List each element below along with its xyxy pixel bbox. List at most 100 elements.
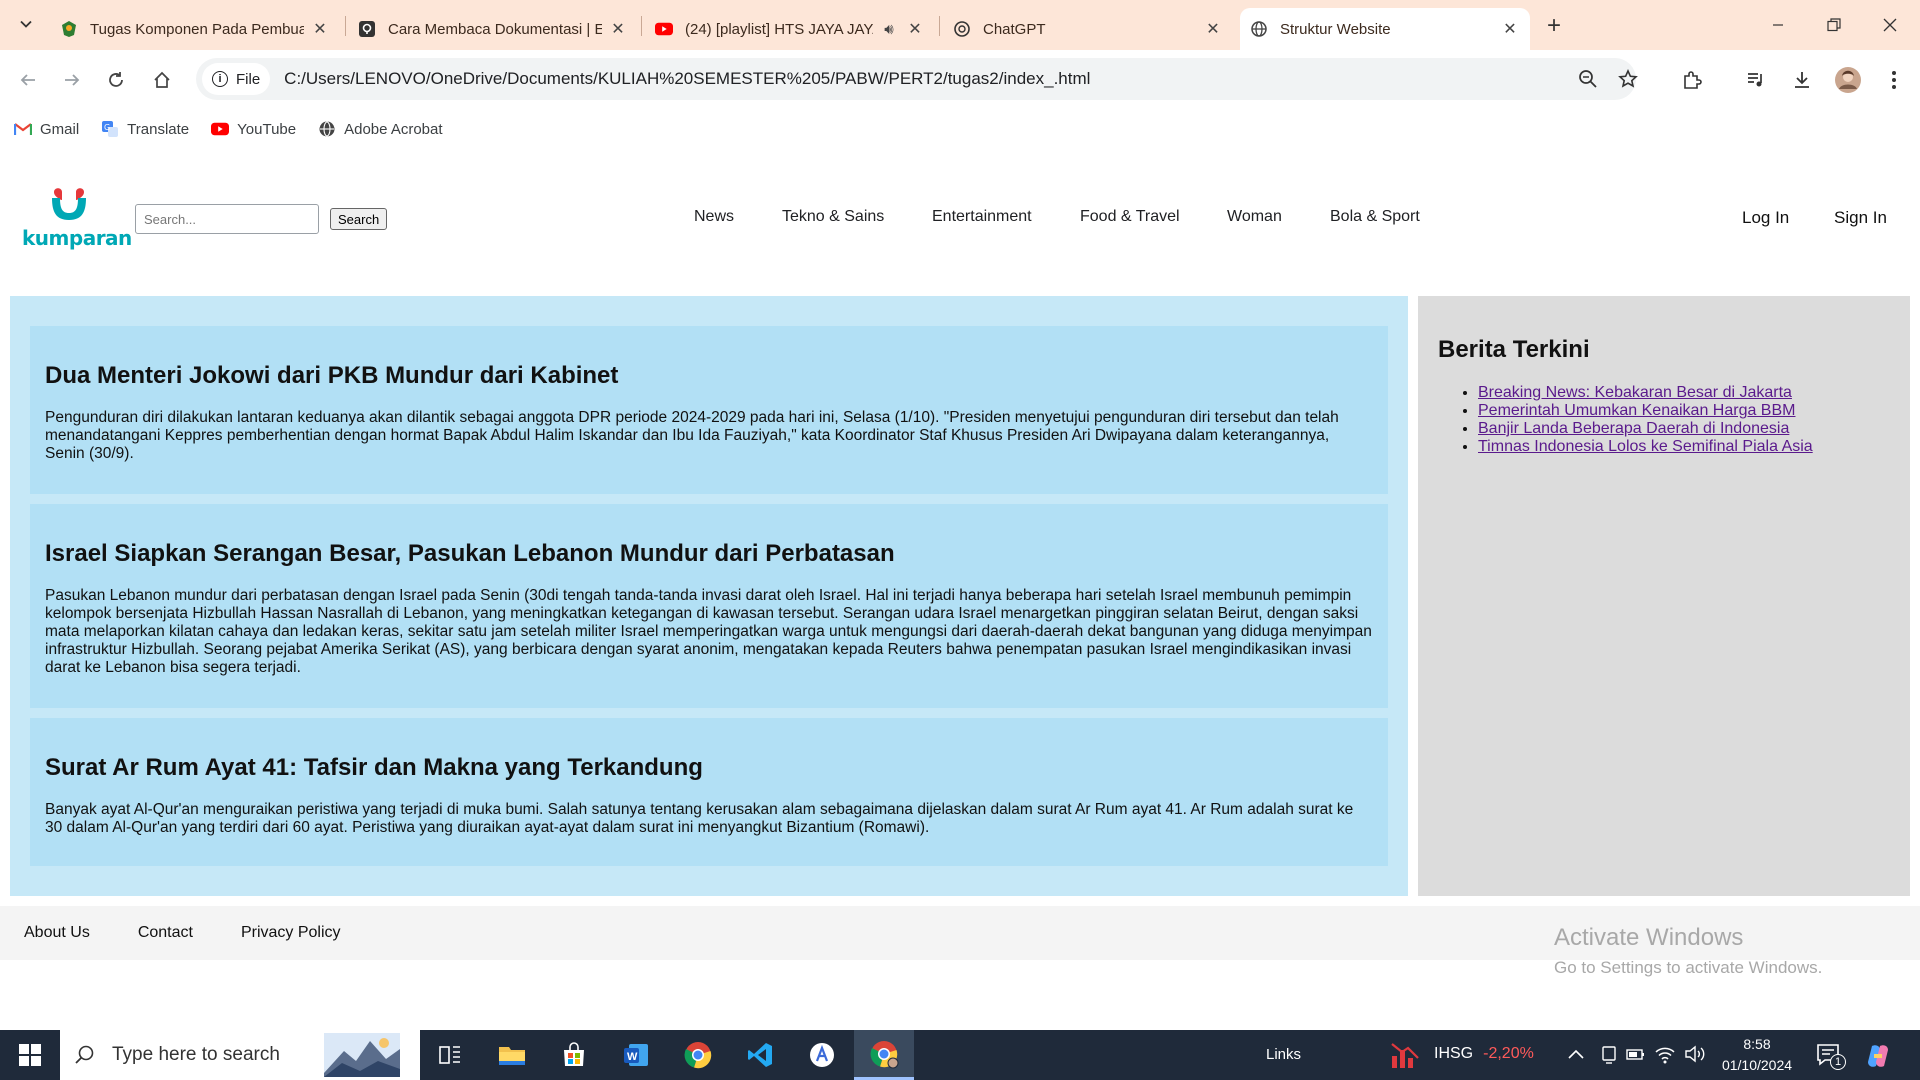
nav-bola-sport[interactable]: Bola & Sport (1330, 208, 1420, 226)
login-link[interactable]: Log In (1742, 208, 1789, 228)
wifi-status[interactable] (1654, 1044, 1676, 1069)
vscode-app[interactable] (730, 1030, 790, 1080)
taskbar-search[interactable]: Type here to search (60, 1030, 420, 1080)
avatar-icon (1835, 67, 1861, 93)
close-tab-icon[interactable]: ✕ (1203, 19, 1223, 39)
notification-center[interactable]: 1 (1816, 1042, 1846, 1073)
chrome-profile-icon (870, 1040, 899, 1068)
tray-device-icon[interactable] (1600, 1044, 1618, 1069)
close-tab-icon[interactable]: ✕ (310, 19, 330, 39)
windows-taskbar: Type here to search W Links IHSG -2,20% (0, 1030, 1920, 1080)
close-tab-icon[interactable]: ✕ (1500, 19, 1520, 39)
article-title: Dua Menteri Jokowi dari PKB Mundur dari … (45, 362, 619, 389)
chevron-down-icon (20, 20, 32, 28)
chrome-active-app[interactable] (854, 1030, 914, 1080)
show-hidden-icons[interactable] (1568, 1046, 1588, 1064)
logo-text: kumparan (22, 226, 132, 250)
new-tab-button[interactable]: + (1540, 12, 1568, 40)
stock-widget[interactable]: IHSG -2,20% (1390, 1040, 1534, 1068)
globe-icon (318, 120, 336, 138)
close-icon (1883, 18, 1897, 32)
chatgpt-favicon-icon (953, 20, 971, 38)
downloads-button[interactable] (1786, 64, 1818, 96)
news-link[interactable]: Breaking News: Kebakaran Besar di Jakart… (1478, 384, 1792, 401)
browser-toolbar: i File C:/Users/LENOVO/OneDrive/Document… (0, 50, 1920, 108)
signin-link[interactable]: Sign In (1834, 208, 1887, 228)
site-header: kumparan Search News Tekno & Sains Enter… (0, 150, 1920, 286)
news-link[interactable]: Pemerintah Umumkan Kenaikan Harga BBM (1478, 402, 1795, 419)
reload-button[interactable] (100, 64, 132, 96)
close-tab-icon[interactable]: ✕ (905, 19, 925, 39)
bookmark-youtube[interactable]: YouTube (211, 120, 296, 138)
file-explorer-app[interactable] (482, 1030, 542, 1080)
tab-title: ChatGPT (983, 20, 1046, 38)
bookmark-translate[interactable]: G Translate (101, 120, 189, 138)
tab-struktur-website[interactable]: Struktur Website ✕ (1240, 8, 1530, 50)
nav-entertainment[interactable]: Entertainment (932, 208, 1032, 226)
close-window-button[interactable] (1862, 0, 1918, 50)
tab-cara-membaca[interactable]: Cara Membaca Dokumentasi | E ✕ (348, 8, 638, 50)
word-app[interactable]: W (606, 1030, 666, 1080)
nav-food-travel[interactable]: Food & Travel (1080, 208, 1180, 226)
activate-windows-watermark: Activate Windows Go to Settings to activ… (1554, 924, 1822, 978)
url-text[interactable]: C:/Users/LENOVO/OneDrive/Documents/KULIA… (284, 69, 1090, 89)
news-link[interactable]: Banjir Landa Beberapa Daerah di Indonesi… (1478, 420, 1789, 437)
sidebar-title: Berita Terkini (1438, 336, 1590, 363)
minimize-icon (1773, 24, 1783, 26)
task-view-button[interactable] (420, 1030, 480, 1080)
list-item: Banjir Landa Beberapa Daerah di Indonesi… (1478, 420, 1890, 438)
profile-avatar[interactable] (1832, 64, 1864, 96)
search-input[interactable] (135, 204, 319, 234)
extensions-button[interactable] (1676, 64, 1708, 96)
nav-news[interactable]: News (694, 208, 734, 226)
nav-woman[interactable]: Woman (1227, 208, 1282, 226)
microsoft-store-app[interactable] (544, 1030, 604, 1080)
browser-menu-button[interactable] (1878, 64, 1910, 96)
speaker-icon[interactable]: 🔊︎ (879, 19, 899, 39)
copilot-button[interactable] (1864, 1042, 1892, 1075)
footer-contact-link[interactable]: Contact (138, 924, 193, 942)
footer-about-link[interactable]: About Us (24, 924, 90, 942)
media-control-button[interactable] (1740, 64, 1772, 96)
tab-chatgpt[interactable]: ChatGPT ✕ (943, 8, 1233, 50)
app-launcher[interactable] (792, 1030, 852, 1080)
minimize-button[interactable] (1750, 0, 1806, 50)
close-tab-icon[interactable]: ✕ (608, 19, 628, 39)
site-chip-label: File (236, 70, 261, 88)
chrome-app[interactable] (668, 1030, 728, 1080)
tab-separator (345, 16, 346, 36)
footer-privacy-link[interactable]: Privacy Policy (241, 924, 341, 942)
start-button[interactable] (0, 1030, 60, 1080)
site-logo[interactable]: kumparan (22, 188, 132, 254)
tab-title: Cara Membaca Dokumentasi | E (388, 20, 602, 38)
arrow-right-icon (65, 74, 80, 86)
forward-button[interactable] (56, 64, 88, 96)
notification-count-badge: 1 (1830, 1054, 1846, 1070)
bookmark-gmail[interactable]: Gmail (14, 120, 79, 138)
system-clock[interactable]: 8:58 01/10/2024 (1714, 1034, 1800, 1076)
wifi-icon (1655, 1047, 1675, 1064)
tab-youtube-playlist[interactable]: (24) [playlist] HTS JAYA JAYA 🔊︎ ✕ (645, 8, 935, 50)
bookmark-adobe-acrobat[interactable]: Adobe Acrobat (318, 120, 443, 138)
chrome-icon (684, 1042, 712, 1069)
site-info-chip[interactable]: i File (202, 63, 271, 95)
news-link[interactable]: Timnas Indonesia Lolos ke Semifinal Pial… (1478, 438, 1813, 455)
volume-status[interactable] (1684, 1044, 1706, 1069)
search-button[interactable]: Search (330, 208, 388, 230)
address-bar[interactable]: i File C:/Users/LENOVO/OneDrive/Document… (196, 58, 1638, 100)
battery-status[interactable] (1626, 1046, 1646, 1067)
restore-button[interactable] (1806, 0, 1862, 50)
zoom-icon[interactable] (1576, 67, 1600, 91)
search-icon (75, 1045, 94, 1064)
bookmark-star-icon[interactable] (1616, 67, 1640, 91)
tab-search-button[interactable] (12, 10, 40, 38)
translate-icon: G (101, 120, 119, 138)
nav-tekno-sains[interactable]: Tekno & Sains (782, 208, 884, 226)
tab-tugas-komponen[interactable]: Tugas Komponen Pada Pembua ✕ (50, 8, 340, 50)
back-button[interactable] (12, 64, 44, 96)
home-button[interactable] (146, 64, 178, 96)
task-view-icon (439, 1046, 460, 1064)
stock-down-icon (1391, 1043, 1419, 1068)
vscode-icon (748, 1043, 772, 1067)
links-toolbar[interactable]: Links (1266, 1046, 1301, 1063)
